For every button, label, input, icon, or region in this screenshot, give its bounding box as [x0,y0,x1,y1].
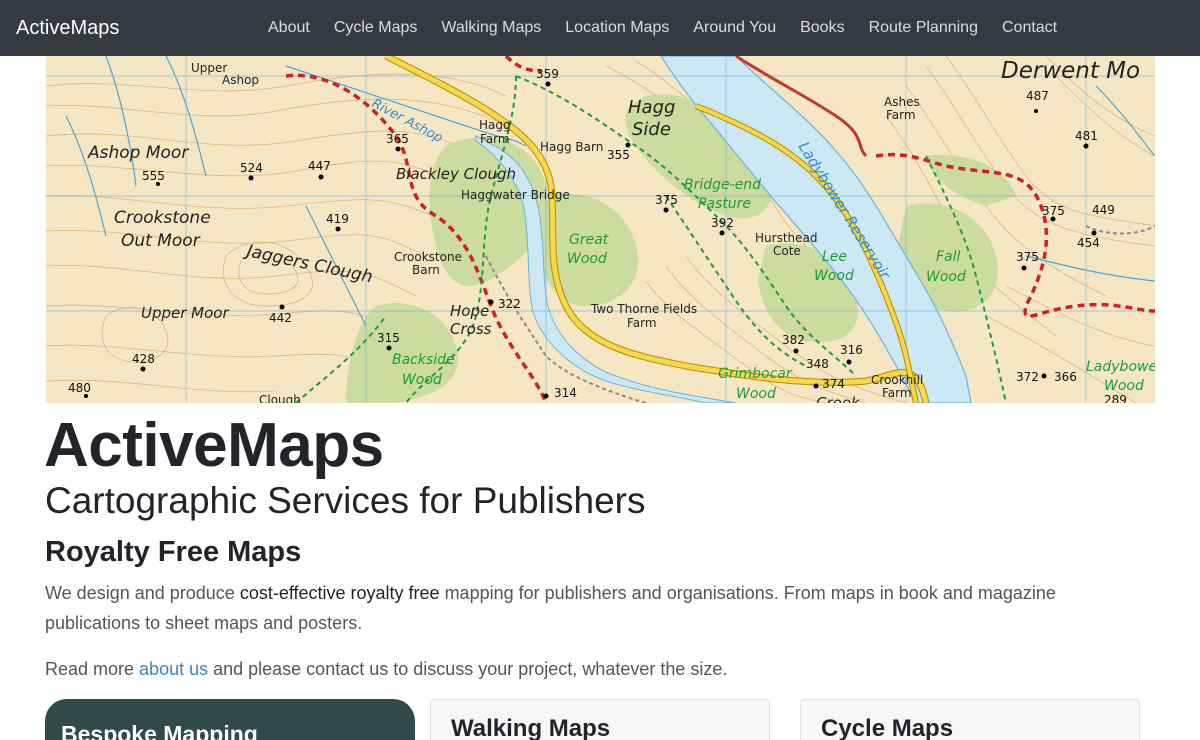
map-label: Farm [627,316,657,330]
spot-height: 315 [377,331,400,345]
map-label: Wood [1104,378,1144,394]
spot-height: 375 [1042,204,1065,218]
map-label: Hagg Barn [540,140,603,154]
map-label: Haggwater Bridge [461,188,570,202]
nav-link-walking-maps[interactable]: Walking Maps [429,0,553,56]
nav-link-contact[interactable]: Contact [990,0,1069,56]
page-subtitle: Cartographic Services for Publishers [45,480,646,521]
card-title: Bespoke Mapping [61,721,258,740]
map-label: Crook [816,394,861,403]
spot-height: 355 [607,148,630,162]
spot-height: 375 [1016,250,1039,264]
card-title: Cycle Maps [821,715,954,740]
page-title: ActiveMaps [44,411,384,480]
card-cycle-maps[interactable]: Cycle Maps [800,699,1140,740]
map-label: Cross [450,320,492,338]
map-label: Crookstone [114,208,211,228]
card-title: Walking Maps [451,715,611,740]
intro-paragraph: We design and produce cost-effective roy… [45,578,1155,638]
map-label: Wood [402,372,442,388]
spot-height: 449 [1092,203,1115,217]
map-label: Ashes [884,95,920,109]
map-label: Wood [814,268,854,284]
map-label: Hope [450,302,489,320]
map-label: Ladybower [1086,359,1155,375]
map-label: Clough [259,393,301,403]
spot-height: 359 [536,67,559,81]
map-label: Hursthead [755,231,817,245]
map-label: Hagg [479,118,511,132]
map-label: Wood [736,386,776,402]
map-label: Hagg [628,97,675,118]
map-label: Crookhill [871,373,923,387]
topo-map: Upper Ashop River Ashop Ashop Moor Crook… [46,56,1155,403]
map-label: Grimbocar [718,366,793,382]
map-label: Backside [392,352,455,368]
spot-height: 348 [806,357,829,371]
spot-height: 524 [240,161,263,175]
spot-height: 481 [1075,129,1098,143]
map-label: Crookstone [394,250,462,264]
about-us-link[interactable]: about us [139,659,208,679]
spot-height: 316 [840,343,863,357]
spot-height: 375 [655,193,678,207]
nav-links: About Cycle Maps Walking Maps Location M… [256,0,1069,56]
spot-height: 454 [1077,236,1100,250]
nav-link-cycle-maps[interactable]: Cycle Maps [322,0,430,56]
contact-text: and please contact us to discuss your pr… [208,659,728,679]
spot-height: 442 [269,311,292,325]
nav-link-about[interactable]: About [256,0,322,56]
map-label: Lee [822,249,847,265]
intro-emphasis: cost-effective royalty free [239,583,440,603]
nav-link-books[interactable]: Books [788,0,856,56]
map-label: Wood [926,269,966,285]
spot-height: 374 [822,377,845,391]
card-bespoke-mapping[interactable]: Bespoke Mapping [45,699,415,740]
map-label: Ashop Moor [87,143,189,163]
map-label: Wood [567,251,607,267]
navbar: ActiveMaps About Cycle Maps Walking Maps… [0,0,1200,56]
spot-height: 365 [386,132,409,146]
spot-height: 428 [132,352,155,366]
nav-link-route-planning[interactable]: Route Planning [857,0,990,56]
brand-logo[interactable]: ActiveMaps [16,15,119,41]
spot-height: 487 [1026,89,1049,103]
map-label: Blackley Clough [396,165,516,183]
spot-height: 419 [326,212,349,226]
map-label: Out Moor [121,231,201,251]
map-label: Bridge-end [684,177,761,193]
nav-link-location-maps[interactable]: Location Maps [553,0,681,56]
map-label: Farm [882,386,912,400]
spot-height: 372 [1016,370,1039,384]
contact-paragraph: Read more about us and please contact us… [45,654,1155,684]
map-label: Side [632,119,671,140]
map-label: Derwent Mo [1001,58,1140,84]
map-label: Pasture [698,196,751,212]
spot-height: 555 [142,169,165,183]
map-label: Farm [480,132,510,146]
spot-height: 322 [498,297,521,311]
spot-height: 480 [68,381,91,395]
map-label: Fall [936,249,961,265]
map-label: Cote [773,244,801,258]
spot-height: 289 [1104,393,1127,403]
spot-height: 366 [1054,370,1077,384]
hero-map-image: Upper Ashop River Ashop Ashop Moor Crook… [46,56,1155,403]
map-label: Two Thorne Fields [590,302,697,316]
map-label: Farm [886,108,916,122]
map-label: Upper Moor [141,304,229,322]
spot-height: 392 [711,216,734,230]
section-heading: Royalty Free Maps [45,536,302,568]
intro-text: We design and produce [45,583,240,603]
card-walking-maps[interactable]: Walking Maps [430,699,770,740]
spot-height: 314 [554,386,577,400]
map-label: Ashop [222,73,259,87]
contact-text: Read more [45,659,140,679]
map-label: Barn [412,263,440,277]
nav-link-around-you[interactable]: Around You [681,0,788,56]
map-label: Great [569,232,609,248]
spot-height: 447 [308,159,331,173]
spot-height: 382 [782,333,805,347]
